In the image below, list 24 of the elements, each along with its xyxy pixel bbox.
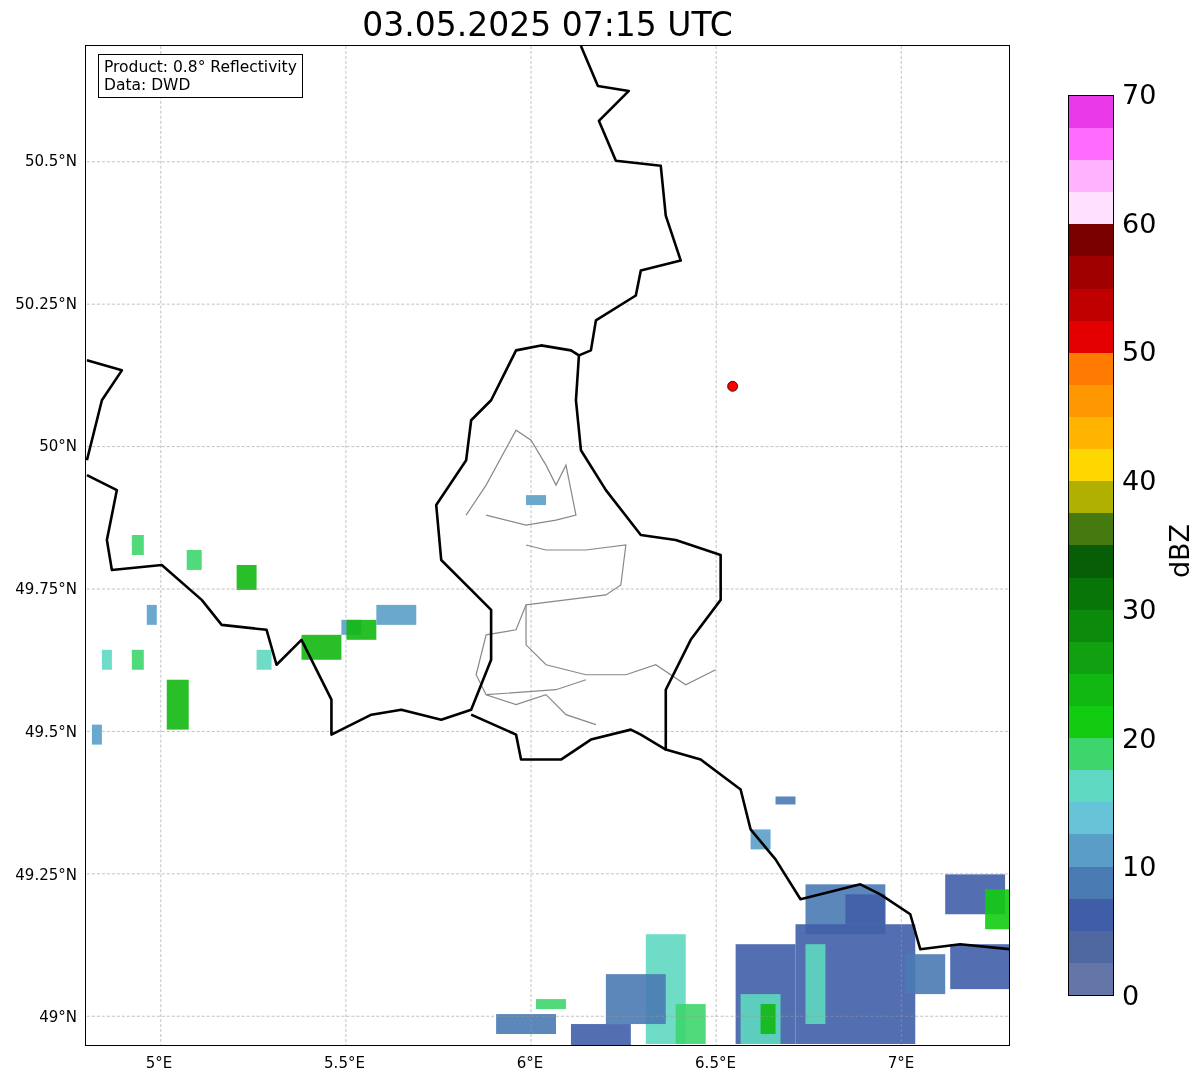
tick-label: 50.5°N (24, 152, 77, 170)
tick-label: 0 (1122, 981, 1140, 1011)
tick-label: 49.75°N (15, 580, 77, 599)
tick-label: 50.25°N (15, 294, 77, 313)
tick-label: 6°E (516, 1054, 544, 1072)
axis-label: dBZ (1164, 523, 1196, 579)
tick-label: 49.25°N (15, 865, 77, 884)
tick-label: 49.5°N (24, 722, 77, 741)
legend-text: Data: DWD (104, 76, 192, 94)
tick-label: 40 (1122, 466, 1157, 497)
tick-label: 20 (1122, 723, 1157, 754)
tick-label: 5.5°E (324, 1054, 365, 1072)
tick-label: 50°N (39, 437, 77, 456)
chart-title: 03.05.2025 07:15 UTC (362, 5, 733, 45)
tick-label: 70 (1122, 80, 1157, 110)
tick-label: 30 (1122, 594, 1157, 625)
tick-label: 5°E (145, 1054, 173, 1072)
tick-label: 49°N (39, 1008, 77, 1027)
tick-label: 7°E (887, 1054, 915, 1072)
tick-label: 10 (1122, 852, 1157, 883)
legend-text: Product: 0.8° Reflectivity (104, 58, 297, 76)
tick-label: 60 (1122, 208, 1157, 239)
tick-label: 50 (1122, 337, 1157, 368)
tick-label: 6.5°E (695, 1054, 736, 1072)
